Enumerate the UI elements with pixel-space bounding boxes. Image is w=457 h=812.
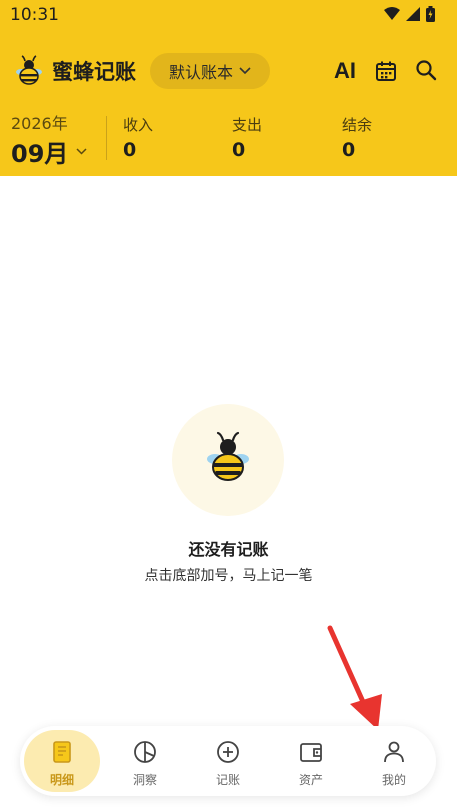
- expense-label: 支出: [232, 116, 263, 134]
- app-bar: 蜜蜂记账 默认账本 AI: [0, 50, 457, 92]
- calendar-icon[interactable]: [375, 60, 397, 82]
- balance-stat: 结余 0: [342, 114, 372, 161]
- nav-item-profile[interactable]: 我的: [356, 730, 432, 792]
- book-selector-label: 默认账本: [168, 63, 233, 82]
- bee-icon: [207, 431, 249, 481]
- nav-item-label: 洞察: [132, 773, 157, 787]
- chevron-down-icon: [239, 67, 251, 75]
- ai-button[interactable]: AI: [334, 58, 356, 84]
- chevron-down-icon: [76, 148, 87, 155]
- annotation-arrow-icon: [327, 625, 382, 730]
- expense-stat: 支出 0: [232, 114, 262, 161]
- nav-item-assets[interactable]: 资产: [273, 730, 349, 792]
- income-stat: 收入 0: [123, 114, 153, 161]
- empty-state-title: 还没有记账: [188, 540, 269, 559]
- wifi-icon: [384, 7, 400, 20]
- nav-item-label: 明细: [49, 773, 74, 787]
- income-value: 0: [123, 139, 137, 161]
- status-icons: [384, 6, 435, 22]
- month-selector[interactable]: 09月: [11, 134, 87, 169]
- ledger-icon: [53, 741, 71, 763]
- book-selector[interactable]: 默认账本: [150, 53, 270, 89]
- summary-divider: [106, 116, 107, 160]
- income-label: 收入: [123, 116, 154, 134]
- nav-item-details[interactable]: 明细: [24, 730, 100, 792]
- nav-item-label: 记账: [215, 773, 240, 787]
- nav-item-label: 我的: [381, 773, 406, 787]
- signal-icon: [406, 7, 420, 21]
- add-circle-icon: [217, 741, 239, 763]
- search-icon[interactable]: [415, 59, 437, 81]
- month-label: 09月: [11, 140, 69, 168]
- app-title: 蜜蜂记账: [52, 60, 136, 84]
- bottom-nav: 明细 洞察 记账 资产 我的: [20, 726, 436, 796]
- year-label: 2026年: [11, 114, 68, 133]
- pie-chart-icon: [134, 741, 156, 763]
- bee-logo-icon: [16, 55, 42, 85]
- header-area: 10:31 蜜蜂记账 默认账本 AI 2026年 09月 收入 0 支出 0 结…: [0, 0, 457, 176]
- expense-value: 0: [232, 139, 246, 161]
- wallet-icon: [300, 743, 322, 762]
- empty-state-illustration: [172, 404, 284, 516]
- status-bar: 10:31: [0, 0, 457, 30]
- empty-state-subtitle: 点击底部加号，马上记一笔: [144, 568, 313, 584]
- nav-item-add-record[interactable]: 记账: [190, 730, 266, 792]
- nav-item-insights[interactable]: 洞察: [107, 730, 183, 792]
- balance-value: 0: [342, 139, 356, 161]
- month-summary: 2026年 09月 收入 0 支出 0 结余 0: [0, 106, 457, 168]
- battery-icon: [426, 6, 435, 22]
- balance-label: 结余: [342, 116, 373, 134]
- status-time: 10:31: [10, 5, 59, 25]
- nav-item-label: 资产: [298, 773, 323, 787]
- user-icon: [384, 741, 404, 763]
